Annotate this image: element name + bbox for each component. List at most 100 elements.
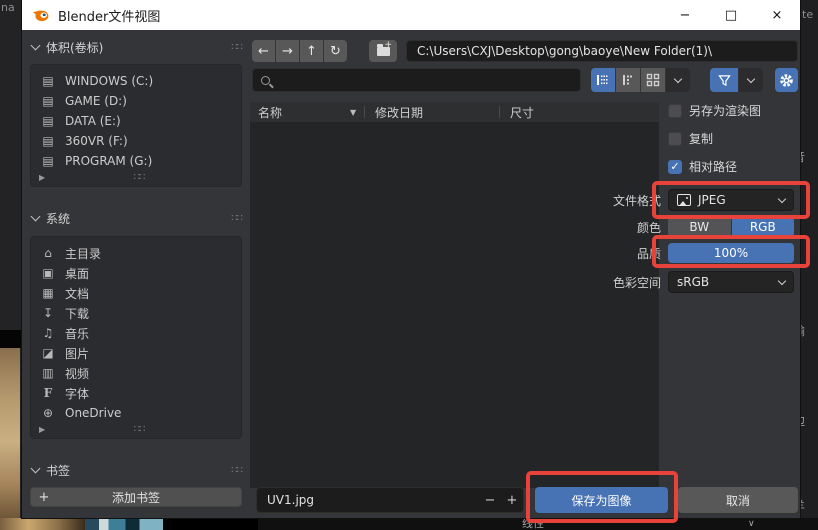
chevron-down-icon <box>31 41 41 51</box>
column-divider[interactable] <box>499 106 500 118</box>
background-text-fragment: te <box>802 8 813 21</box>
color-bw-button[interactable]: BW <box>668 217 731 237</box>
column-header-size[interactable]: 尺寸 <box>510 104 570 121</box>
drive-icon: ▤ <box>39 74 57 88</box>
system-panel: ⌂ 主目录 ▣ 桌面 ▦ 文档 ↧ 下载 <box>30 236 242 439</box>
checkbox-save-as-render[interactable] <box>668 104 682 118</box>
view-list-button[interactable] <box>591 68 615 92</box>
filter-row <box>252 68 798 92</box>
option-file-format: 文件格式 JPEG <box>600 189 800 211</box>
column-divider[interactable] <box>364 106 365 118</box>
sidebar-item-drive-e[interactable]: ▤ DATA (E:) <box>31 111 241 131</box>
sidebar-item-drive-c[interactable]: ▤ WINDOWS (C:) <box>31 71 241 91</box>
drive-icon: ▤ <box>39 154 57 168</box>
sort-descending-icon[interactable]: ▼ <box>350 108 364 117</box>
color-rgb-button[interactable]: RGB <box>732 217 795 237</box>
option-color: 颜色 BW RGB <box>600 217 800 237</box>
new-folder-button[interactable]: + <box>369 40 397 62</box>
filename-value: UV1.jpg <box>257 493 479 507</box>
file-format-label: 文件格式 <box>600 192 668 209</box>
search-icon <box>261 76 270 85</box>
drive-label: GAME (D:) <box>65 94 127 108</box>
forward-button[interactable]: → <box>276 40 299 62</box>
sidebar-item-drive-d[interactable]: ▤ GAME (D:) <box>31 91 241 111</box>
file-view-dialog: Blender文件视图 − □ × 体积(卷标) ∷∷ ▤ WINDOWS (C… <box>22 0 800 518</box>
add-bookmark-button[interactable]: + 添加书签 <box>30 487 242 507</box>
background-image-sliver <box>0 518 85 530</box>
main-area: ← → ↑ ↻ + C:\Users\CXJ\Desktop\gong\baoy… <box>248 30 800 518</box>
sidebar-item-drive-g[interactable]: ▤ PROGRAM (G:) <box>31 151 241 171</box>
sidebar-item-desktop[interactable]: ▣ 桌面 <box>31 263 241 283</box>
view-details-button[interactable] <box>616 68 640 92</box>
file-list-area[interactable] <box>250 122 659 488</box>
color-space-dropdown[interactable]: sRGB <box>668 271 794 293</box>
cancel-button[interactable]: 取消 <box>678 487 798 513</box>
save-as-image-button[interactable]: 保存为图像 <box>535 487 668 513</box>
view-thumbnails-button[interactable] <box>641 68 665 92</box>
system-label: 主目录 <box>65 245 101 262</box>
sidebar-item-home[interactable]: ⌂ 主目录 <box>31 243 241 263</box>
home-icon: ⌂ <box>39 246 57 260</box>
maximize-button[interactable]: □ <box>708 0 754 30</box>
search-input[interactable] <box>252 68 581 92</box>
panel-footer: ▶ ∷∷ <box>31 171 241 184</box>
background-left-strip: na <box>0 0 22 530</box>
up-button[interactable]: ↑ <box>300 40 323 62</box>
path-field[interactable]: C:\Users\CXJ\Desktop\gong\baoye\New Fold… <box>406 40 798 62</box>
sidebar-item-fonts[interactable]: F 字体 <box>31 383 241 403</box>
refresh-button[interactable]: ↻ <box>324 40 347 62</box>
volumes-panel: ▤ WINDOWS (C:) ▤ GAME (D:) ▤ DATA (E:) ▤… <box>30 64 242 187</box>
background-image-sliver <box>0 348 20 518</box>
option-relative-path: ✓ 相对路径 <box>600 158 800 175</box>
minimize-button[interactable]: − <box>662 0 708 30</box>
background-text-fragment: na <box>1 1 15 14</box>
grip-icon[interactable]: ∷∷ <box>231 42 242 53</box>
checkbox-copy[interactable] <box>668 132 682 146</box>
decrement-button[interactable]: − <box>479 493 501 508</box>
system-label: 下载 <box>65 305 89 322</box>
column-header-date[interactable]: 修改日期 <box>375 104 499 121</box>
filter-button[interactable] <box>710 68 738 92</box>
grip-icon[interactable]: ∷∷ <box>231 213 242 224</box>
navigation-row: ← → ↑ ↻ + C:\Users\CXJ\Desktop\gong\baoy… <box>252 40 798 62</box>
funnel-icon <box>718 74 731 87</box>
sidebar-item-drive-f[interactable]: ▤ 360VR (F:) <box>31 131 241 151</box>
back-button[interactable]: ← <box>252 40 275 62</box>
section-header-system[interactable]: 系统 ∷∷ <box>30 209 242 227</box>
system-label: 桌面 <box>65 265 89 282</box>
display-settings-dropdown[interactable] <box>666 68 690 92</box>
section-header-volumes[interactable]: 体积(卷标) ∷∷ <box>30 38 242 56</box>
filter-settings-dropdown[interactable] <box>739 68 763 92</box>
close-button[interactable]: × <box>754 0 800 30</box>
background-right-strip: te 音 输 边 羊 <box>800 0 818 530</box>
system-label: 音乐 <box>65 325 89 342</box>
section-header-bookmarks[interactable]: 书签 ∷∷ <box>30 461 242 479</box>
cloud-icon: ⊕ <box>39 406 57 420</box>
system-label: 字体 <box>65 385 89 402</box>
increment-button[interactable]: + <box>501 493 523 508</box>
sidebar-item-music[interactable]: ♫ 音乐 <box>31 323 241 343</box>
background-block <box>163 518 258 530</box>
section-title: 系统 <box>46 210 231 227</box>
window-title: Blender文件视图 <box>58 6 160 25</box>
sidebar-item-documents[interactable]: ▦ 文档 <box>31 283 241 303</box>
sidebar-item-pictures[interactable]: ◪ 图片 <box>31 343 241 363</box>
column-header-name[interactable]: 名称 <box>250 104 350 121</box>
panel-footer: ▶ ∷∷ <box>31 423 241 436</box>
details-view-icon <box>621 73 635 87</box>
file-format-value: JPEG <box>698 193 726 207</box>
grip-icon[interactable]: ∷∷ <box>45 172 233 183</box>
quality-slider[interactable]: 100% <box>668 243 794 263</box>
gear-icon <box>779 73 794 88</box>
grip-icon[interactable]: ∷∷ <box>45 424 233 435</box>
sidebar-item-onedrive[interactable]: ⊕ OneDrive <box>31 403 241 423</box>
filename-input[interactable]: UV1.jpg − + <box>256 487 524 513</box>
settings-button[interactable] <box>775 68 798 92</box>
sidebar-item-downloads[interactable]: ↧ 下载 <box>31 303 241 323</box>
checkbox-label: 另存为渲染图 <box>689 102 761 119</box>
file-format-dropdown[interactable]: JPEG <box>668 189 794 211</box>
add-bookmark-label: 添加书签 <box>57 489 215 506</box>
checkbox-relative-path[interactable]: ✓ <box>668 160 682 174</box>
sidebar-item-videos[interactable]: ▥ 视频 <box>31 363 241 383</box>
grip-icon[interactable]: ∷∷ <box>231 465 242 476</box>
